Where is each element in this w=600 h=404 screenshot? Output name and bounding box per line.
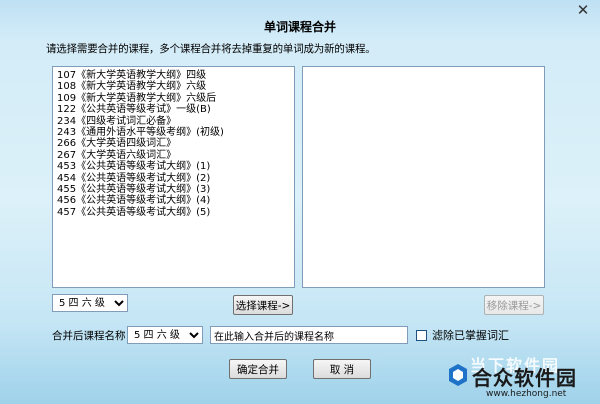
level-select[interactable]: 5 四 六 级 — [52, 294, 128, 312]
filter-mastered-checkbox[interactable]: 滤除已掌握词汇 — [416, 327, 509, 343]
merged-name-label: 合并后课程名称 — [52, 330, 126, 342]
list-item[interactable]: 456《公共英语等级考试大纲》(4) — [57, 195, 290, 206]
list-item[interactable]: 266《大学英语四级词汇》 — [57, 138, 290, 149]
checkbox-box[interactable] — [416, 329, 427, 341]
list-item[interactable]: 267《大学英语六级词汇》 — [57, 150, 290, 161]
list-item[interactable]: 109《新大学英语教学大纲》六级后 — [57, 93, 290, 104]
window-title: 单词课程合并 — [263, 20, 336, 34]
list-item[interactable]: 455《公共英语等级考试大纲》(3) — [57, 184, 290, 195]
confirm-merge-button[interactable]: 确定合并 — [229, 359, 287, 379]
list-item[interactable]: 107《新大学英语教学大纲》四级 — [57, 70, 290, 81]
list-item[interactable]: 453《公共英语等级考试大纲》(1) — [57, 161, 290, 172]
merged-name-input[interactable] — [210, 326, 408, 344]
list-item[interactable]: 243《通用外语水平等级考纲》(初级) — [57, 127, 290, 138]
watermark-main-text: 合众软件园 — [472, 366, 577, 390]
filter-mastered-label: 滤除已掌握词汇 — [432, 329, 509, 342]
cancel-button[interactable]: 取 消 — [313, 359, 371, 379]
instruction-text: 请选择需要合并的课程，多个课程合并将去掉重复的单词成为新的课程。 — [46, 43, 376, 55]
list-item[interactable]: 457《公共英语等级考试大纲》(5) — [57, 207, 290, 218]
hezhong-logo-icon — [449, 364, 467, 386]
select-course-button[interactable]: 选择课程-> — [233, 295, 293, 315]
watermark-url: www.hezhong.net — [486, 389, 567, 399]
list-item[interactable]: 454《公共英语等级考试大纲》(2) — [57, 173, 290, 184]
close-button[interactable]: ✕ — [574, 2, 592, 18]
available-courses-list[interactable]: 107《新大学英语教学大纲》四级 108《新大学英语教学大纲》六级 109《新大学英… — [52, 66, 295, 288]
list-item[interactable]: 108《新大学英语教学大纲》六级 — [57, 81, 290, 92]
list-item[interactable]: 234《四级考试词汇必备》 — [57, 116, 290, 127]
remove-course-button[interactable]: 移除课程-> — [484, 295, 544, 315]
merged-level-select[interactable]: 5 四 六 级 — [127, 326, 203, 344]
selected-courses-list[interactable] — [302, 66, 545, 288]
list-item[interactable]: 122《公共英语等级考试》一级(B) — [57, 104, 290, 115]
